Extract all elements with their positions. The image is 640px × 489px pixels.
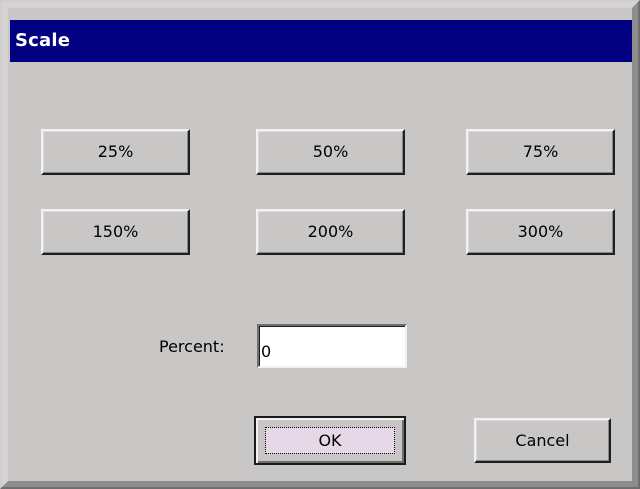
preset-25-button[interactable]: 25% <box>41 129 190 175</box>
percent-input[interactable] <box>257 324 407 368</box>
cancel-button[interactable]: Cancel <box>474 418 611 463</box>
preset-50-label: 50% <box>312 142 349 161</box>
preset-150-label: 150% <box>92 222 139 241</box>
preset-300-button[interactable]: 300% <box>466 209 615 255</box>
ok-button[interactable]: OK <box>254 416 406 465</box>
preset-25-label: 25% <box>97 142 134 161</box>
scale-dialog: Scale 25% 50% 75% 150% 200% 300% Percent… <box>0 0 640 489</box>
preset-200-button[interactable]: 200% <box>256 209 405 255</box>
preset-50-button[interactable]: 50% <box>256 129 405 175</box>
preset-300-label: 300% <box>517 222 564 241</box>
ok-label: OK <box>318 431 342 450</box>
cancel-label: Cancel <box>515 431 570 450</box>
dialog-title: Scale <box>15 30 71 51</box>
preset-150-button[interactable]: 150% <box>41 209 190 255</box>
preset-200-label: 200% <box>307 222 354 241</box>
preset-75-label: 75% <box>522 142 559 161</box>
percent-label: Percent: <box>159 337 225 356</box>
title-bar[interactable]: Scale <box>10 20 632 62</box>
preset-75-button[interactable]: 75% <box>466 129 615 175</box>
